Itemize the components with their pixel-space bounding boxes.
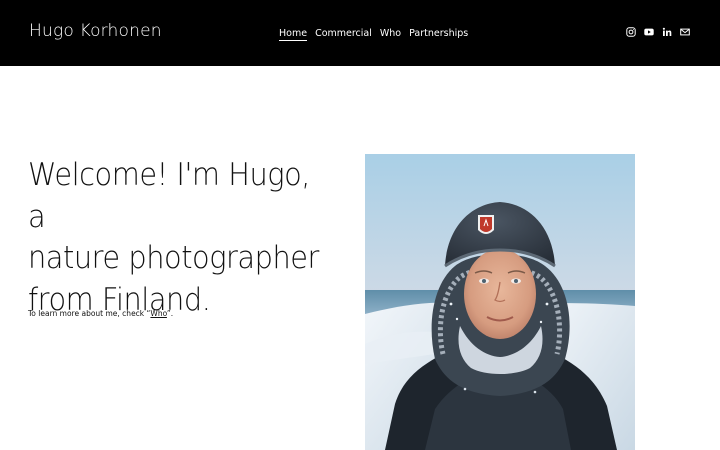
nav-who[interactable]: Who xyxy=(380,27,401,41)
headline-line: nature photographer xyxy=(28,240,319,276)
nav-home[interactable]: Home xyxy=(279,27,308,41)
intro-suffix: ”. xyxy=(166,309,174,318)
intro-prefix: To learn more about me, check “ xyxy=(28,309,151,318)
headline-line: Welcome! I'm Hugo, a xyxy=(28,157,310,235)
email-icon[interactable] xyxy=(680,27,690,37)
nav-partnerships[interactable]: Partnerships xyxy=(409,27,468,41)
portrait-photo xyxy=(365,154,635,450)
main-nav: Home Commercial Who Partnerships xyxy=(279,27,468,41)
social-links xyxy=(626,27,690,37)
linkedin-icon[interactable] xyxy=(662,27,672,37)
youtube-icon[interactable] xyxy=(644,27,654,37)
who-link[interactable]: Who xyxy=(150,309,167,318)
instagram-icon[interactable] xyxy=(626,27,636,37)
nav-commercial[interactable]: Commercial xyxy=(315,27,372,41)
site-header: Hugo Korhonen Home Commercial Who Partne… xyxy=(0,0,720,66)
intro-text: To learn more about me, check “Who”. xyxy=(28,309,173,318)
site-title[interactable]: Hugo Korhonen xyxy=(29,21,162,41)
hero-headline: Welcome! I'm Hugo, a nature photographer… xyxy=(28,155,326,321)
